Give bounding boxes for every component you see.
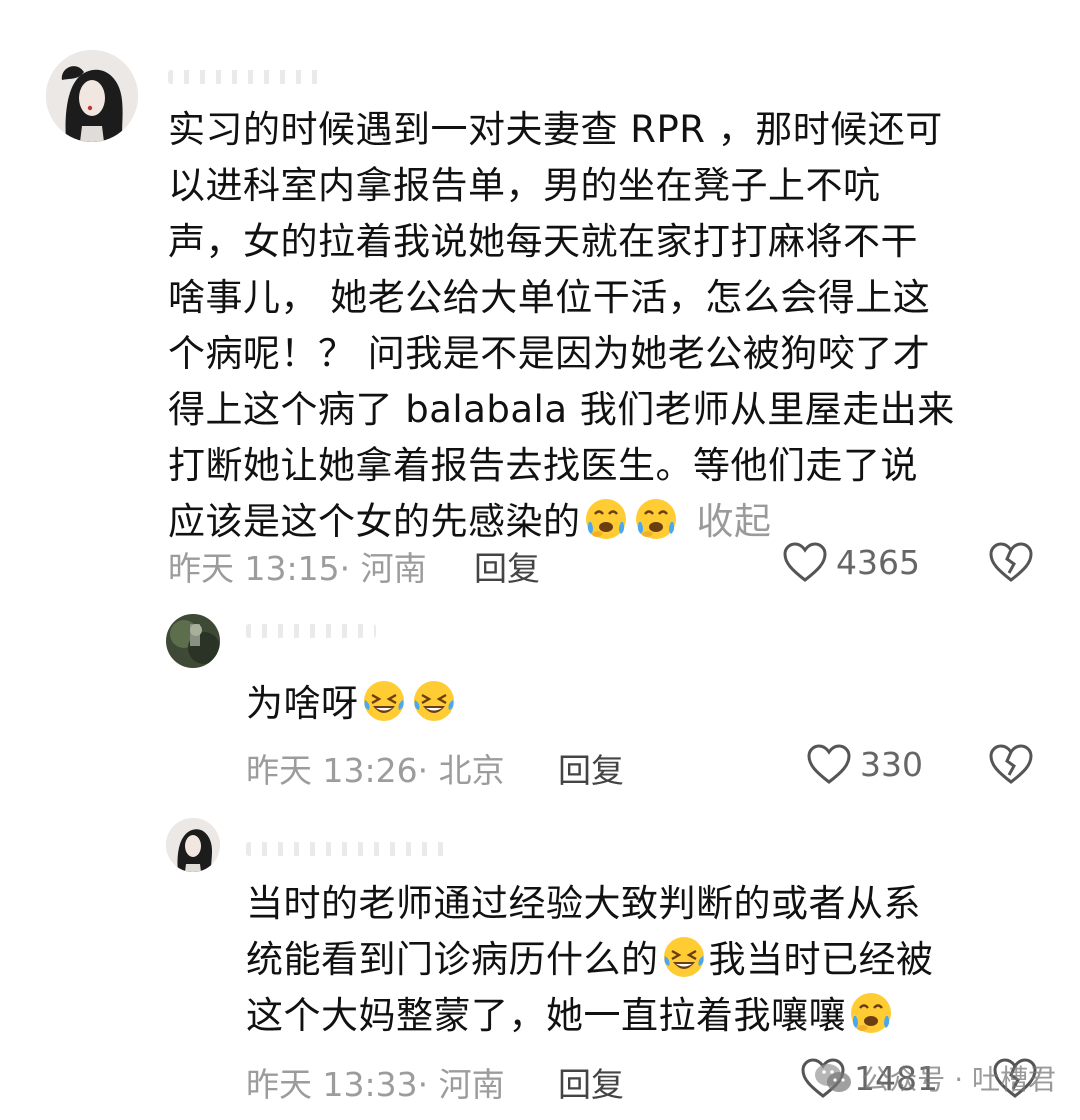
avatar[interactable] <box>166 614 220 668</box>
comment-meta: 昨天 13:15· 河南 <box>168 542 427 590</box>
avatar[interactable] <box>46 50 138 142</box>
laughing-tears-emoji <box>661 934 707 980</box>
timestamp: 昨天 13:15 <box>168 549 340 588</box>
heart-icon <box>782 541 828 583</box>
like-button[interactable]: 4365 <box>782 541 920 583</box>
broken-heart-icon <box>988 743 1034 785</box>
watermark: 公众号 · 吐槽君 <box>813 1058 1056 1098</box>
praying-tears-emoji <box>633 496 679 542</box>
collapse-link[interactable]: 收起 <box>697 500 772 543</box>
dislike-button[interactable] <box>988 743 1034 785</box>
broken-heart-icon <box>988 541 1034 583</box>
location: · 河南 <box>339 549 427 588</box>
username[interactable] <box>168 70 328 84</box>
timestamp: 昨天 13:33 <box>246 1065 418 1104</box>
reply-button[interactable]: 回复 <box>558 744 624 792</box>
location: · 北京 <box>417 751 505 790</box>
comment-text: 实习的时候遇到一对夫妻查 RPR ，那时候还可 以进科室内拿报告单，男的坐在凳子… <box>168 108 955 543</box>
praying-tears-emoji <box>583 496 629 542</box>
like-count: 330 <box>860 744 923 784</box>
reply-button[interactable]: 回复 <box>474 542 540 590</box>
comment-text: 当时的老师通过经验大致判断的或者从系 统能看到门诊病历什么的 我当时已经被 这个大… <box>246 882 934 1037</box>
wechat-icon <box>813 1061 853 1095</box>
like-button[interactable]: 330 <box>806 743 923 785</box>
comment-meta: 昨天 13:26· 北京 <box>246 744 505 792</box>
dislike-button[interactable] <box>988 541 1034 583</box>
watermark-text: 公众号 · 吐槽君 <box>861 1063 1056 1096</box>
like-count: 4365 <box>836 542 920 582</box>
username[interactable] <box>246 842 446 856</box>
comment-meta: 昨天 13:33· 河南 <box>246 1058 505 1106</box>
laughing-tears-emoji <box>411 678 457 724</box>
heart-icon <box>806 743 852 785</box>
timestamp: 昨天 13:26 <box>246 751 418 790</box>
username[interactable] <box>246 624 376 638</box>
laughing-tears-emoji <box>361 678 407 724</box>
reply-button[interactable]: 回复 <box>558 1058 624 1106</box>
comment-text: 为啥呀 <box>246 676 1026 732</box>
praying-tears-emoji <box>848 990 894 1036</box>
avatar[interactable] <box>166 818 220 872</box>
location: · 河南 <box>417 1065 505 1104</box>
